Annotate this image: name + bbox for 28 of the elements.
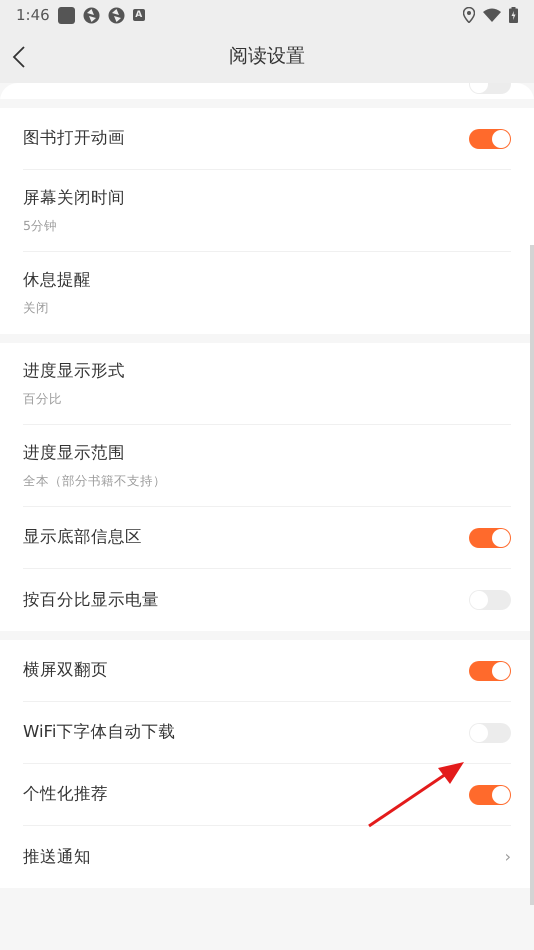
setting-title: 显示底部信息区 [23, 526, 142, 548]
setting-title: 屏幕关闭时间 [23, 186, 125, 209]
setting-title: 图书打开动画 [23, 127, 125, 150]
setting-title: 进度显示范围 [23, 442, 126, 464]
toggle-switch[interactable] [469, 128, 511, 148]
battery-icon [509, 7, 518, 23]
setting-title: 推送通知 [23, 846, 91, 868]
setting-value: 关闭 [23, 299, 50, 317]
toggle-switch[interactable] [469, 660, 511, 680]
page-title: 阅读设置 [229, 44, 305, 70]
setting-title: WiFi下字体自动下载 [23, 721, 176, 744]
setting-title: 个性化推荐 [23, 783, 108, 806]
location-icon [463, 7, 475, 23]
setting-value: 百分比 [23, 390, 63, 408]
notification-icon: A [132, 9, 145, 21]
setting-title: 按百分比显示电量 [23, 588, 159, 611]
aperture-icon [108, 6, 125, 24]
toggle-switch[interactable] [469, 784, 511, 804]
setting-title: 休息提醒 [23, 269, 91, 292]
aperture-icon [82, 6, 100, 24]
setting-title: 横屏双翻页 [23, 659, 108, 682]
setting-value: 全本（部分书籍不支持） [23, 472, 166, 490]
wifi-icon [483, 8, 501, 22]
app-icon [58, 6, 75, 24]
setting-value: 5分钟 [23, 216, 58, 234]
setting-title: 进度显示形式 [23, 360, 125, 382]
status-time: 1:46 [16, 4, 50, 26]
toggle-switch[interactable] [469, 528, 511, 548]
